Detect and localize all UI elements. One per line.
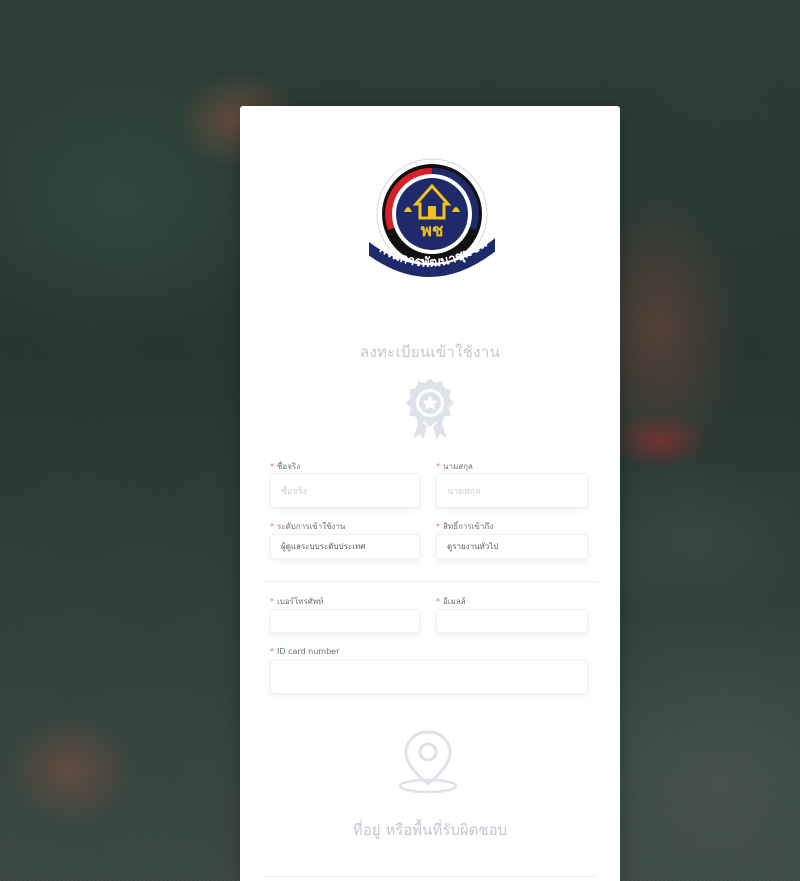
id-card-label: * ID card number — [270, 647, 340, 656]
id-card-input[interactable] — [270, 660, 588, 694]
email-input[interactable] — [436, 609, 588, 633]
access-rights-select[interactable]: ดูรายงานทั่วไป — [436, 534, 588, 559]
registration-card: พช กรมการพัฒนาชุมชน ลงทะเบียนเข้าใช้งาน … — [240, 106, 620, 881]
phone-label: * เบอร์โทรศัพท์ — [270, 597, 324, 606]
first-name-label: * ชื่อจริง — [270, 462, 301, 471]
map-pin-icon — [398, 730, 458, 794]
access-rights-label: * สิทธิ์การเข้าถึง — [436, 522, 494, 531]
register-title: ลงทะเบียนเข้าใช้งาน — [359, 343, 501, 361]
section-divider — [262, 581, 598, 582]
email-label: * อีเมลล์ — [436, 597, 466, 606]
award-ribbon-icon — [406, 378, 454, 440]
access-level-label: * ระดับการเข้าใช้งาน — [270, 522, 346, 531]
last-name-label: * นามสกุล — [436, 462, 473, 471]
first-name-input[interactable]: ชื่อจริง — [270, 473, 420, 508]
bottom-divider — [264, 876, 596, 877]
last-name-input[interactable]: นามสกุล — [436, 473, 588, 508]
address-title: ที่อยู่ หรือพื้นที่รับผิดชอบ — [352, 821, 508, 839]
access-level-select[interactable]: ผู้ดูแลระบบระดับประเทศ — [270, 534, 420, 559]
emblem-text: พช — [421, 221, 444, 241]
department-logo: พช กรมการพัฒนาชุมชน — [367, 158, 497, 280]
phone-input[interactable] — [270, 609, 420, 633]
